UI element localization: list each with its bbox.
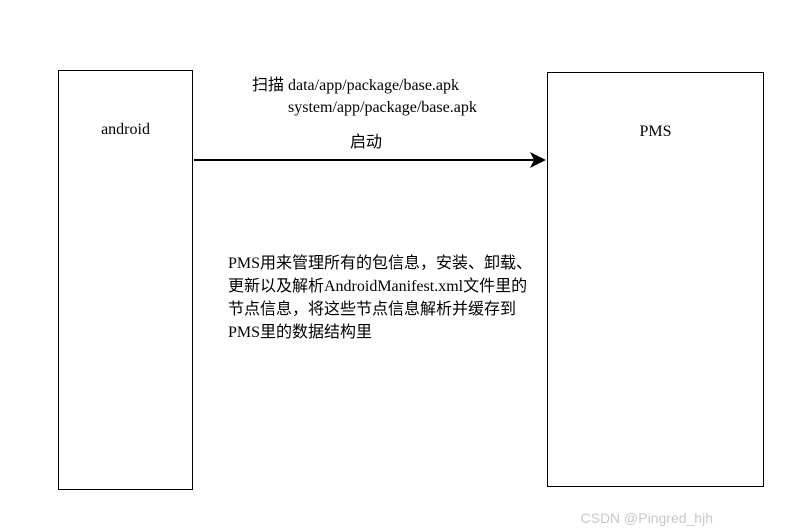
arrow-label: 启动 xyxy=(350,128,382,152)
arrow-line xyxy=(194,159,534,161)
scan-line-1: 扫描 data/app/package/base.apk xyxy=(252,75,477,97)
description-text: PMS用来管理所有的包信息，安装、卸载、更新以及解析AndroidManifes… xyxy=(228,252,538,344)
scan-line-2: system/app/package/base.apk xyxy=(252,97,477,119)
pms-box-label: PMS xyxy=(548,73,763,141)
android-box-label: android xyxy=(59,71,192,139)
scan-text: 扫描 data/app/package/base.apk system/app/… xyxy=(252,75,477,119)
arrow-head-icon xyxy=(530,152,546,168)
arrow xyxy=(194,150,546,170)
android-box: android xyxy=(58,70,193,490)
watermark-text: CSDN @Pingred_hjh xyxy=(581,510,714,526)
pms-box: PMS xyxy=(547,72,764,487)
